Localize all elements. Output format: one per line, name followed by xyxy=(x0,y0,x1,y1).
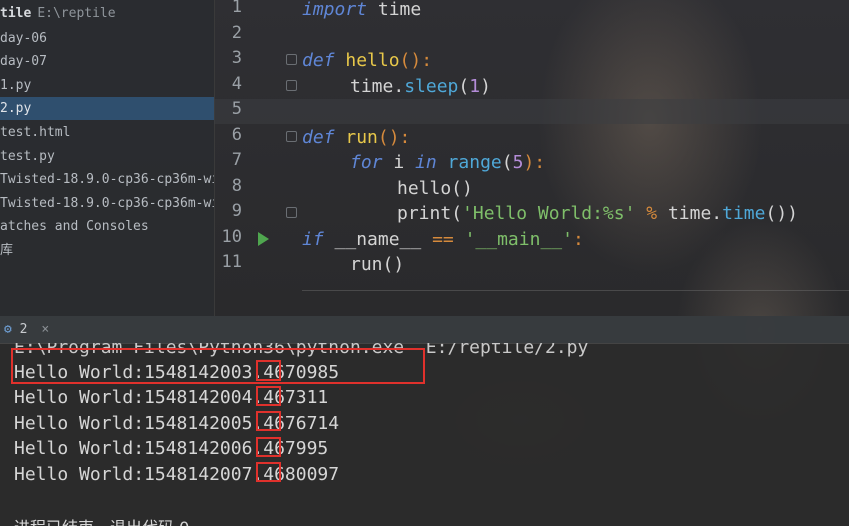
line-number: 8 xyxy=(231,176,242,196)
code-line-4: time.sleep(1) xyxy=(350,76,491,97)
run-tool-window: ⚙ 2 × E:\Program Files\Python36\python.e… xyxy=(0,316,849,526)
fold-collapse-icon[interactable] xyxy=(286,54,297,65)
tree-item-2-py[interactable]: 2.py xyxy=(0,97,214,120)
tree-item-twisted-1[interactable]: Twisted-18.9.0-cp36-cp36m-wi xyxy=(0,168,214,191)
run-tab-bar: ⚙ 2 × xyxy=(0,316,849,344)
tree-item-test-html[interactable]: test.html xyxy=(0,121,70,144)
console-output-line: Hello World:1548142006.467995 xyxy=(14,438,329,459)
highlight-box-digit xyxy=(256,462,281,482)
line-number: 5 xyxy=(231,99,242,119)
code-line-6: def run(): xyxy=(302,127,411,148)
python-run-icon: ⚙ xyxy=(4,322,12,337)
tree-item-test-py[interactable]: test.py xyxy=(0,145,55,168)
line-number: 6 xyxy=(231,125,242,145)
run-tab-label: 2 xyxy=(19,322,28,337)
tree-root[interactable]: tile E:\reptile xyxy=(0,2,116,25)
code-line-8: hello() xyxy=(397,178,473,199)
code-line-1: import time xyxy=(302,0,422,20)
console-output-line: Hello World:1548142005.4676714 xyxy=(14,413,340,434)
project-tree[interactable]: tile E:\reptile day-06 day-07 1.py 2.py t… xyxy=(0,0,215,316)
tree-item-scratches[interactable]: atches and Consoles xyxy=(0,215,149,238)
highlight-box-first-line xyxy=(11,348,425,384)
code-line-7: for i in range(5): xyxy=(350,152,546,173)
code-line-3: def hello(): xyxy=(302,50,433,71)
line-number: 4 xyxy=(231,74,242,94)
editor-gutter: 1 2 3 4 5 6 7 8 9 10 11 xyxy=(214,0,304,316)
line-number: 11 xyxy=(221,252,242,272)
close-icon[interactable]: × xyxy=(41,322,49,337)
code-editor[interactable]: 1 2 3 4 5 6 7 8 9 10 11 import time def … xyxy=(214,0,849,316)
line-number: 7 xyxy=(231,150,242,170)
line-number: 10 xyxy=(221,227,242,247)
code-line-10: if __name__ == '__main__': xyxy=(302,229,584,250)
tree-root-path: E:\reptile xyxy=(37,6,116,21)
current-line-highlight xyxy=(214,99,849,124)
line-number: 2 xyxy=(231,23,242,43)
code-line-11: run() xyxy=(350,254,405,275)
fold-end-icon[interactable] xyxy=(286,207,297,218)
line-number: 3 xyxy=(231,48,242,68)
tree-item-libraries[interactable]: 库 xyxy=(0,239,13,262)
tree-item-day-06[interactable]: day-06 xyxy=(0,27,47,50)
editor-bottom-guide xyxy=(302,290,849,291)
tree-root-name: tile xyxy=(0,6,32,21)
highlight-box-digit xyxy=(256,386,281,406)
run-tab[interactable]: ⚙ 2 × xyxy=(0,316,49,343)
process-exit-message: 进程已结束，退出代码 0 xyxy=(14,515,189,526)
line-number: 1 xyxy=(231,0,242,17)
tree-item-1-py[interactable]: 1.py xyxy=(0,74,31,97)
line-number: 9 xyxy=(231,201,242,221)
code-line-9: print('Hello World:%s' % time.time()) xyxy=(397,203,798,224)
highlight-box-digit xyxy=(256,360,281,381)
fold-collapse-icon[interactable] xyxy=(286,131,297,142)
run-gutter-icon[interactable] xyxy=(258,232,269,246)
tree-item-day-07[interactable]: day-07 xyxy=(0,50,47,73)
highlight-box-digit xyxy=(256,437,281,457)
tree-item-twisted-2[interactable]: Twisted-18.9.0-cp36-cp36m-wi xyxy=(0,192,214,215)
console-output-line: Hello World:1548142004.467311 xyxy=(14,387,329,408)
console-output-line: Hello World:1548142007.4680097 xyxy=(14,464,340,485)
fold-end-icon[interactable] xyxy=(286,80,297,91)
highlight-box-digit xyxy=(256,411,281,431)
